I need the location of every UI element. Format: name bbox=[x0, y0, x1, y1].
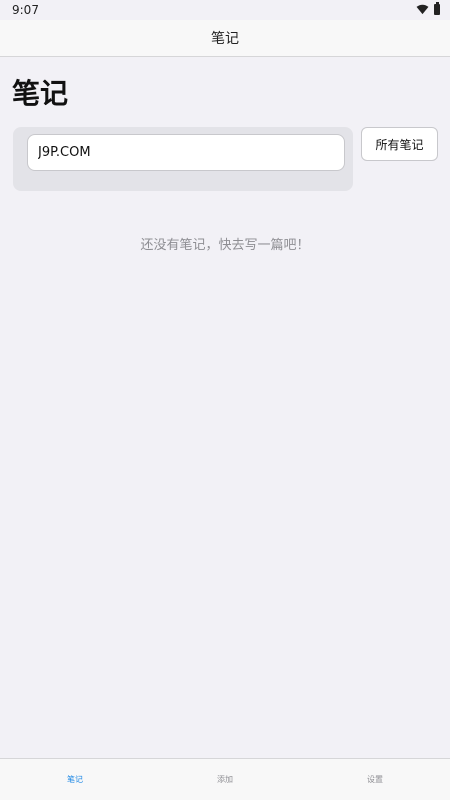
battery-icon bbox=[434, 2, 440, 15]
tab-bar: 笔记 添加 设置 bbox=[0, 758, 450, 800]
tab-notes[interactable]: 笔记 bbox=[0, 759, 150, 800]
nav-bar: 笔记 bbox=[0, 20, 450, 57]
wifi-icon bbox=[416, 4, 429, 15]
status-icons bbox=[416, 2, 440, 15]
search-container bbox=[13, 127, 353, 191]
empty-state-message: 还没有笔记，快去写一篇吧！ bbox=[140, 238, 310, 253]
search-input[interactable] bbox=[27, 134, 345, 171]
status-time: 9:07 bbox=[12, 3, 39, 17]
nav-title: 笔记 bbox=[211, 31, 239, 47]
tab-add[interactable]: 添加 bbox=[150, 759, 300, 800]
all-notes-button[interactable]: 所有笔记 bbox=[361, 127, 438, 161]
status-bar: 9:07 bbox=[0, 0, 450, 20]
tab-settings[interactable]: 设置 bbox=[300, 759, 450, 800]
page-title: 笔记 bbox=[12, 77, 69, 110]
